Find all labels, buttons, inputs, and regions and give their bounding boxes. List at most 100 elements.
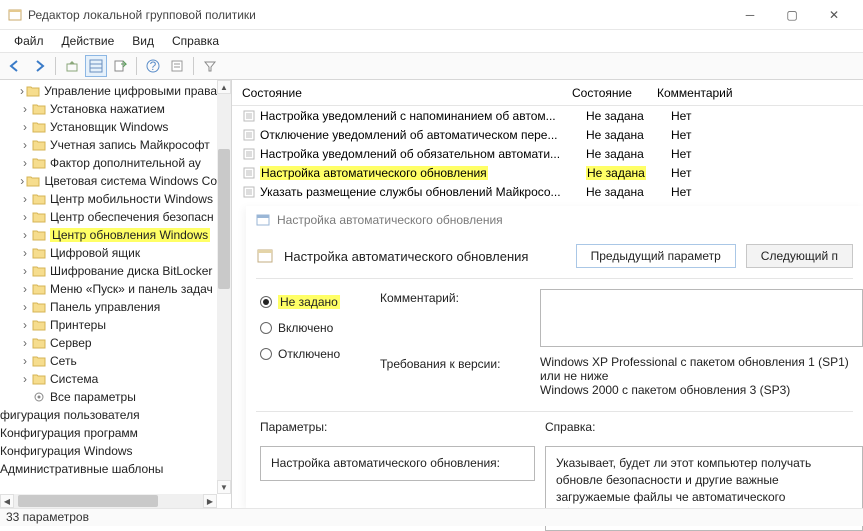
radio-disabled[interactable]: Отключено [260,341,380,367]
radio-enabled[interactable]: Включено [260,315,380,341]
prev-param-button[interactable]: Предыдущий параметр [576,244,736,268]
col-status[interactable]: Состояние [572,86,657,100]
tree-item[interactable]: ›Цветовая система Windows Co [0,172,217,190]
chevron-right-icon[interactable]: › [18,120,32,134]
dialog-titlebar: Настройка автоматического обновления [246,206,863,234]
tree-item[interactable]: › Установщик Windows [0,118,217,136]
chevron-right-icon[interactable]: › [18,318,32,332]
filter-button[interactable] [199,55,221,77]
dialog-header: Настройка автоматического обновления [284,249,566,264]
tree-item[interactable]: ›Установка нажатием [0,100,217,118]
chevron-right-icon[interactable]: › [18,84,26,98]
scroll-down-arrow[interactable]: ▼ [217,480,231,494]
radio-not-configured[interactable]: Не задано [260,289,380,315]
scroll-thumb[interactable] [218,149,230,289]
export-button[interactable] [109,55,131,77]
menu-file[interactable]: Файл [6,32,52,50]
chevron-right-icon[interactable]: › [18,102,32,116]
chevron-right-icon[interactable]: › [18,246,32,260]
tree-item[interactable]: Административные шаблоны [0,460,217,478]
window-title: Редактор локальной групповой политики [28,8,729,22]
chevron-right-icon[interactable]: › [18,138,32,152]
col-state[interactable]: Состояние [242,86,572,100]
chevron-right-icon[interactable]: › [18,372,32,386]
item-icon [242,185,256,199]
folder-icon [32,301,46,313]
tree-item[interactable]: › Центр обновления Windows [0,226,217,244]
tree-item[interactable]: ›Цифровой ящик [0,244,217,262]
tree-item-label: Конфигурация Windows [0,444,133,458]
tree-item[interactable]: ›Панель управления [0,298,217,316]
tree-item[interactable]: фигурация пользователя [0,406,217,424]
svg-text:?: ? [150,59,157,73]
requirements-label: Требования к версии: [380,355,540,397]
tree-item-label: Система [50,372,98,386]
maximize-button[interactable]: ▢ [771,1,813,29]
chevron-right-icon[interactable]: › [18,300,32,314]
chevron-right-icon[interactable]: › [18,174,26,188]
row-name: Отключение уведомлений об автоматическом… [260,128,558,142]
hscroll-thumb[interactable] [18,495,158,507]
comment-textbox[interactable] [540,289,863,347]
chevron-right-icon[interactable]: › [18,282,32,296]
list-row[interactable]: Настройка уведомлений об обязательном ав… [232,144,863,163]
tree-item[interactable]: Конфигурация программ [0,424,217,442]
row-comment: Нет [671,166,691,180]
folder-icon [32,373,46,385]
horizontal-scrollbar[interactable]: ◀ ▶ [0,494,217,508]
row-state: Не задана [586,166,646,180]
scroll-up-arrow[interactable]: ▲ [217,80,231,94]
back-button[interactable] [4,55,26,77]
chevron-right-icon[interactable]: › [18,228,32,242]
tree-item[interactable]: ›Сеть [0,352,217,370]
scroll-right-arrow[interactable]: ▶ [203,494,217,508]
folder-icon [32,103,46,115]
menu-help[interactable]: Справка [164,32,227,50]
nav-tree[interactable]: ›Управление цифровыми права›Установка на… [0,80,217,480]
tree-item[interactable]: ›Принтеры [0,316,217,334]
next-param-button[interactable]: Следующий п [746,244,853,268]
forward-button[interactable] [28,55,50,77]
tree-item[interactable]: ›Фактор дополнительной ау [0,154,217,172]
list-row[interactable]: Настройка уведомлений с напоминанием об … [232,106,863,125]
chevron-right-icon[interactable]: › [18,264,32,278]
folder-icon [32,247,46,259]
up-button[interactable] [61,55,83,77]
chevron-right-icon[interactable]: › [18,336,32,350]
menu-action[interactable]: Действие [54,32,123,50]
folder-icon [32,211,46,223]
row-comment: Нет [671,185,691,199]
chevron-right-icon[interactable]: › [18,192,32,206]
close-button[interactable]: ✕ [813,1,855,29]
chevron-right-icon[interactable]: › [18,156,32,170]
help-button[interactable]: ? [142,55,164,77]
list-row[interactable]: Настройка автоматического обновленияНе з… [232,163,863,182]
tree-item[interactable]: ›Учетная запись Майкрософт [0,136,217,154]
properties-button[interactable] [166,55,188,77]
folder-icon [32,193,46,205]
tree-item[interactable]: Конфигурация Windows [0,442,217,460]
col-comment[interactable]: Комментарий [657,86,863,100]
header-icon [256,247,274,265]
tree-item[interactable]: ›Управление цифровыми права [0,82,217,100]
chevron-right-icon[interactable]: › [18,354,32,368]
minimize-button[interactable]: ─ [729,1,771,29]
row-comment: Нет [671,147,691,161]
tree-item-label: Центр обновления Windows [50,228,210,242]
vertical-scrollbar[interactable]: ▲ ▼ [217,80,231,494]
tree-item[interactable]: ›Центр мобильности Windows [0,190,217,208]
tree-item[interactable]: ›Меню «Пуск» и панель задач [0,280,217,298]
chevron-right-icon[interactable]: › [18,210,32,224]
policy-list[interactable]: Настройка уведомлений с напоминанием об … [232,106,863,201]
tree-item[interactable]: ›Центр обеспечения безопасн [0,208,217,226]
scroll-left-arrow[interactable]: ◀ [0,494,14,508]
menu-view[interactable]: Вид [124,32,162,50]
tree-item[interactable]: ›Шифрование диска BitLocker [0,262,217,280]
list-view-button[interactable] [85,55,107,77]
tree-item[interactable]: › Система [0,370,217,388]
tree-item[interactable]: Все параметры [0,388,217,406]
list-row[interactable]: Отключение уведомлений об автоматическом… [232,125,863,144]
tree-item-label: Установщик Windows [50,120,168,134]
list-row[interactable]: Указать размещение службы обновлений Май… [232,182,863,201]
tree-item[interactable]: ›Сервер [0,334,217,352]
